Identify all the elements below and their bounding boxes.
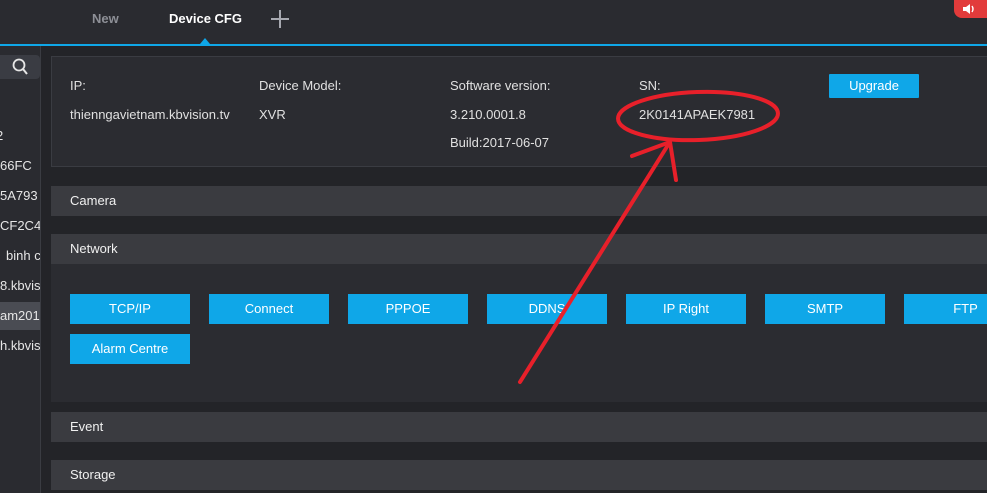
network-section-body: TCP/IP Connect PPPOE DDNS IP Right SMTP …	[51, 264, 987, 402]
device-list-item-selected[interactable]: am2018	[0, 302, 40, 330]
connect-button[interactable]: Connect	[209, 294, 329, 324]
device-list-item[interactable]: CF2C4	[0, 212, 40, 240]
search-button[interactable]	[0, 55, 40, 79]
active-tab-indicator	[200, 38, 210, 44]
camera-section-header[interactable]: Camera	[51, 186, 987, 216]
sn-label: SN:	[639, 78, 661, 93]
ftp-button[interactable]: FTP	[904, 294, 987, 324]
search-icon	[12, 58, 28, 75]
event-section-header[interactable]: Event	[51, 412, 987, 442]
tcpip-button[interactable]: TCP/IP	[70, 294, 190, 324]
software-version-label: Software version:	[450, 78, 551, 93]
device-model-value: XVR	[259, 107, 286, 122]
software-version-value: 3.210.0001.8	[450, 107, 526, 122]
ddns-button[interactable]: DDNS	[487, 294, 607, 324]
sn-value: 2K0141APAEK7981	[639, 107, 756, 122]
tab-bar: New Device CFG	[0, 0, 987, 46]
network-section-header[interactable]: Network	[51, 234, 987, 264]
upgrade-button[interactable]: Upgrade	[829, 74, 919, 98]
device-list-item[interactable]: 2	[0, 122, 3, 150]
tab-new[interactable]: New	[92, 0, 119, 44]
build-date-value: Build:2017-06-07	[450, 135, 550, 150]
speaker-icon	[963, 4, 974, 14]
device-model-label: Device Model:	[259, 78, 342, 93]
ip-label: IP:	[70, 78, 86, 93]
ip-right-button[interactable]: IP Right	[626, 294, 746, 324]
device-list-item[interactable]: binh c	[6, 242, 40, 270]
device-list-item[interactable]: 5A793	[0, 182, 38, 210]
device-info-panel: IP: thienngavietnam.kbvision.tv Device M…	[51, 56, 987, 167]
device-list-item[interactable]: 8.kbvis	[0, 272, 40, 300]
plus-icon[interactable]	[268, 6, 292, 32]
alarm-centre-button[interactable]: Alarm Centre	[70, 334, 190, 364]
storage-section-header[interactable]: Storage	[51, 460, 987, 490]
smtp-button[interactable]: SMTP	[765, 294, 885, 324]
device-list-sidebar: 2 66FC 5A793 CF2C4 binh c 8.kbvis am2018…	[0, 46, 41, 493]
speaker-button[interactable]	[954, 0, 987, 18]
device-list-item[interactable]: h.kbvis	[0, 332, 40, 360]
pppoe-button[interactable]: PPPOE	[348, 294, 468, 324]
ip-value: thienngavietnam.kbvision.tv	[70, 107, 230, 122]
device-list-item[interactable]: 66FC	[0, 152, 32, 180]
